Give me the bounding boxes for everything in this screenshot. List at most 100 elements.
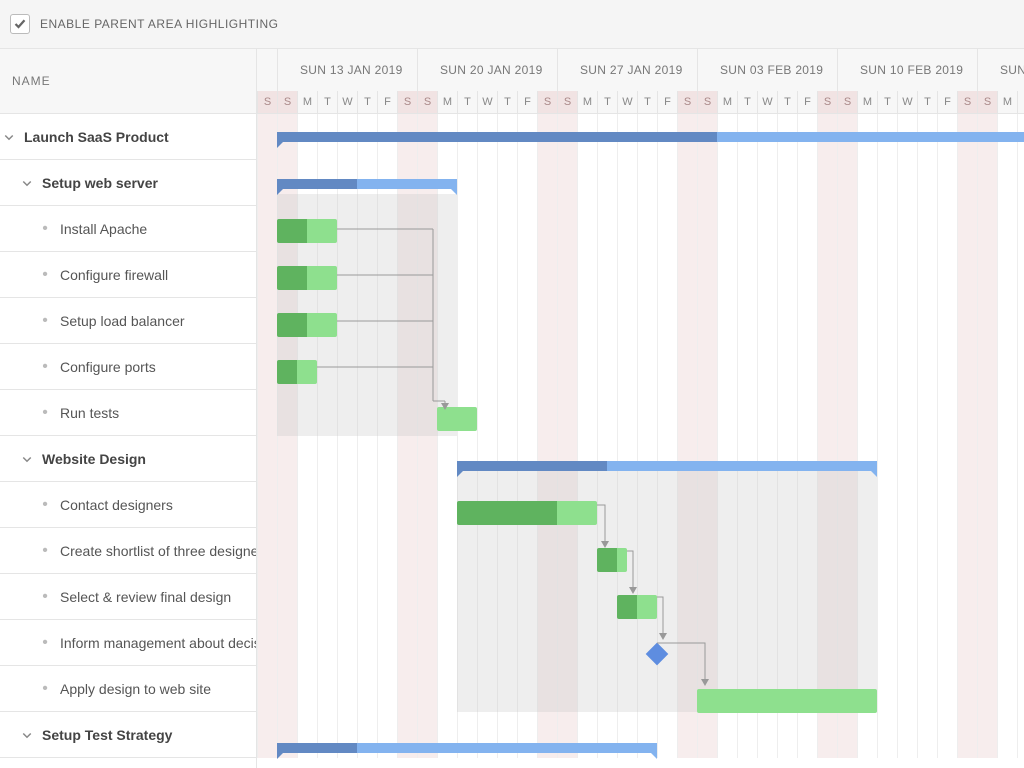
row-label: Website Design (36, 451, 146, 467)
task-bar[interactable] (277, 313, 337, 337)
tree-task-row[interactable]: •Contact designers (0, 482, 256, 528)
day-header-cell: S (417, 91, 437, 113)
parent-bar[interactable] (277, 179, 457, 189)
day-header-cell: S (677, 91, 697, 113)
day-header-cell: S (277, 91, 297, 113)
bullet-icon: • (36, 359, 54, 375)
row-label: Install Apache (54, 221, 147, 237)
day-header-cell: S (397, 91, 417, 113)
tree-parent-row[interactable]: Website Design (0, 436, 256, 482)
tree-task-row[interactable]: •Configure firewall (0, 252, 256, 298)
timeline-row (257, 725, 1024, 768)
timeline-row (257, 396, 1024, 443)
task-bar[interactable] (277, 266, 337, 290)
row-label: Configure firewall (54, 267, 168, 283)
timeline-row (257, 255, 1024, 302)
task-bar[interactable] (277, 360, 317, 384)
task-bar[interactable] (597, 548, 627, 572)
tree-parent-row[interactable]: Setup web server (0, 160, 256, 206)
tree-parent-row[interactable]: Setup Test Strategy (0, 712, 256, 758)
chevron-down-icon[interactable] (18, 174, 36, 192)
timeline-row (257, 537, 1024, 584)
tree-panel: NAME Launch SaaS ProductSetup web server… (0, 49, 257, 768)
day-header-cell: T (457, 91, 477, 113)
row-label: Select & review final design (54, 589, 231, 605)
tree-task-row[interactable]: •Run tests (0, 390, 256, 436)
row-label: Inform management about decision (54, 635, 256, 651)
day-header-cell: S (977, 91, 997, 113)
row-label: Setup web server (36, 175, 158, 191)
day-header-cell: T (497, 91, 517, 113)
parent-bar[interactable] (457, 461, 877, 471)
week-header-cell: SUN 27 JAN 2019 (557, 49, 697, 91)
day-header-cell: W (337, 91, 357, 113)
tree-task-row[interactable]: •Create shortlist of three designers (0, 528, 256, 574)
bullet-icon: • (36, 405, 54, 421)
tree-task-row[interactable]: •Configure ports (0, 344, 256, 390)
bullet-icon: • (36, 635, 54, 651)
timeline-row (257, 161, 1024, 208)
day-header-cell: W (617, 91, 637, 113)
day-header-cell: M (717, 91, 737, 113)
chevron-down-icon[interactable] (0, 128, 18, 146)
tree-task-row[interactable]: •Install Apache (0, 206, 256, 252)
day-header-cell: S (537, 91, 557, 113)
tree-task-row[interactable]: •Inform management about decision (0, 620, 256, 666)
timeline-row (257, 302, 1024, 349)
task-tree[interactable]: Launch SaaS ProductSetup web server•Inst… (0, 114, 256, 768)
row-label: Setup load balancer (54, 313, 185, 329)
day-header-cell: M (437, 91, 457, 113)
bullet-icon: • (36, 267, 54, 283)
tree-task-row[interactable]: •Select & review final design (0, 574, 256, 620)
milestone[interactable] (646, 643, 669, 666)
day-header-cell: T (597, 91, 617, 113)
timeline-panel[interactable]: SUN 13 JAN 2019SUN 20 JAN 2019SUN 27 JAN… (257, 49, 1024, 768)
chevron-down-icon[interactable] (18, 450, 36, 468)
timeline-body[interactable] (257, 114, 1024, 758)
parent-bar[interactable] (277, 743, 657, 753)
timeline-row (257, 678, 1024, 725)
week-header-cell: SUN 13 JAN 2019 (277, 49, 417, 91)
timeline-days-row: SSMTWTFSSMTWTFSSMTWTFSSMTWTFSSMTWTFSSMT (257, 91, 1024, 113)
enable-highlighting-label: ENABLE PARENT AREA HIGHLIGHTING (40, 17, 278, 31)
timeline-row (257, 443, 1024, 490)
tree-task-row[interactable]: •Setup load balancer (0, 298, 256, 344)
week-header-cell: SUN 17 (977, 49, 1024, 91)
day-header-cell: T (1017, 91, 1024, 113)
parent-bar[interactable] (277, 132, 1024, 142)
enable-highlighting-checkbox[interactable] (10, 14, 30, 34)
tree-parent-row[interactable]: Launch SaaS Product (0, 114, 256, 160)
task-bar[interactable] (457, 501, 597, 525)
day-header-cell: M (997, 91, 1017, 113)
week-header-cell: SUN 10 FEB 2019 (837, 49, 977, 91)
day-header-cell: T (317, 91, 337, 113)
day-header-cell: T (777, 91, 797, 113)
row-label: Run tests (54, 405, 119, 421)
check-icon (14, 18, 26, 30)
day-header-cell: F (937, 91, 957, 113)
row-label: Create shortlist of three designers (54, 543, 256, 559)
tree-task-row[interactable]: •Apply design to web site (0, 666, 256, 712)
toolbar: ENABLE PARENT AREA HIGHLIGHTING (0, 0, 1024, 49)
timeline-row (257, 114, 1024, 161)
timeline-header: SUN 13 JAN 2019SUN 20 JAN 2019SUN 27 JAN… (257, 49, 1024, 114)
task-bar[interactable] (697, 689, 877, 713)
day-header-cell: T (357, 91, 377, 113)
task-bar[interactable] (617, 595, 657, 619)
day-header-cell: W (477, 91, 497, 113)
bullet-icon: • (36, 313, 54, 329)
day-header-cell: F (657, 91, 677, 113)
task-bar[interactable] (437, 407, 477, 431)
day-header-cell: W (757, 91, 777, 113)
day-header-cell: S (837, 91, 857, 113)
bullet-icon: • (36, 543, 54, 559)
bullet-icon: • (36, 497, 54, 513)
day-header-cell: T (917, 91, 937, 113)
row-label: Launch SaaS Product (18, 129, 169, 145)
chevron-down-icon[interactable] (18, 726, 36, 744)
timeline-row (257, 490, 1024, 537)
row-label: Configure ports (54, 359, 156, 375)
day-header-cell: S (257, 91, 277, 113)
timeline-weeks-row: SUN 13 JAN 2019SUN 20 JAN 2019SUN 27 JAN… (257, 49, 1024, 91)
task-bar[interactable] (277, 219, 337, 243)
